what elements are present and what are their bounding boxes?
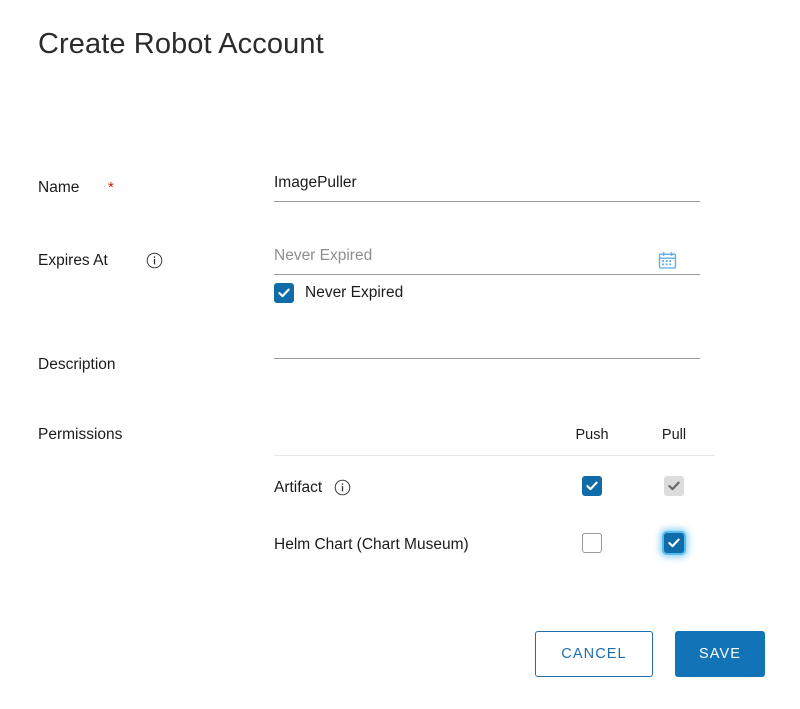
expires-at-input[interactable]: Never Expired bbox=[274, 245, 700, 275]
dialog-footer: CANCEL SAVE bbox=[0, 631, 800, 683]
name-input[interactable]: ImagePuller bbox=[274, 172, 700, 202]
never-expired-checkbox-row[interactable]: Never Expired bbox=[274, 283, 403, 303]
checkmark-icon bbox=[668, 480, 680, 492]
calendar-icon[interactable] bbox=[658, 251, 676, 269]
permission-cell-pull bbox=[644, 476, 704, 496]
artifact-push-checkbox[interactable] bbox=[582, 476, 602, 496]
permissions-label: Permissions bbox=[38, 425, 122, 445]
never-expired-checkbox[interactable] bbox=[274, 283, 294, 303]
cancel-button[interactable]: CANCEL bbox=[535, 631, 653, 677]
permission-name: Helm Chart (Chart Museum) bbox=[274, 535, 469, 555]
permission-name-text: Artifact bbox=[274, 479, 322, 496]
permission-name-text: Helm Chart (Chart Museum) bbox=[274, 536, 469, 553]
checkmark-icon bbox=[586, 480, 598, 492]
save-button[interactable]: SAVE bbox=[675, 631, 765, 677]
helm-chart-pull-checkbox[interactable] bbox=[664, 533, 684, 553]
info-circle-icon[interactable] bbox=[334, 479, 351, 496]
checkmark-icon bbox=[668, 537, 680, 549]
info-circle-icon[interactable] bbox=[146, 252, 163, 269]
checkmark-icon bbox=[278, 287, 290, 299]
permission-cell-push bbox=[562, 533, 622, 553]
description-input[interactable] bbox=[274, 351, 700, 359]
column-header-pull: Pull bbox=[644, 425, 704, 445]
helm-chart-push-checkbox[interactable] bbox=[582, 533, 602, 553]
column-header-push: Push bbox=[562, 425, 622, 445]
description-label: Description bbox=[38, 355, 116, 375]
expires-at-label: Expires At bbox=[38, 251, 108, 271]
never-expired-checkbox-label: Never Expired bbox=[305, 283, 403, 303]
permission-cell-push bbox=[562, 476, 622, 496]
required-asterisk: * bbox=[108, 178, 114, 198]
table-row: Artifact bbox=[274, 456, 715, 513]
page-title: Create Robot Account bbox=[38, 24, 324, 64]
permission-cell-pull bbox=[644, 533, 704, 553]
table-row: Helm Chart (Chart Museum) bbox=[274, 513, 715, 570]
permissions-table: Push Pull Artifact bbox=[274, 425, 715, 570]
permission-name: Artifact bbox=[274, 478, 351, 498]
name-label: Name bbox=[38, 178, 79, 198]
create-robot-account-dialog: Create Robot Account Name * ImagePuller … bbox=[0, 0, 800, 709]
permissions-table-header: Push Pull bbox=[274, 425, 715, 456]
artifact-pull-checkbox bbox=[664, 476, 684, 496]
